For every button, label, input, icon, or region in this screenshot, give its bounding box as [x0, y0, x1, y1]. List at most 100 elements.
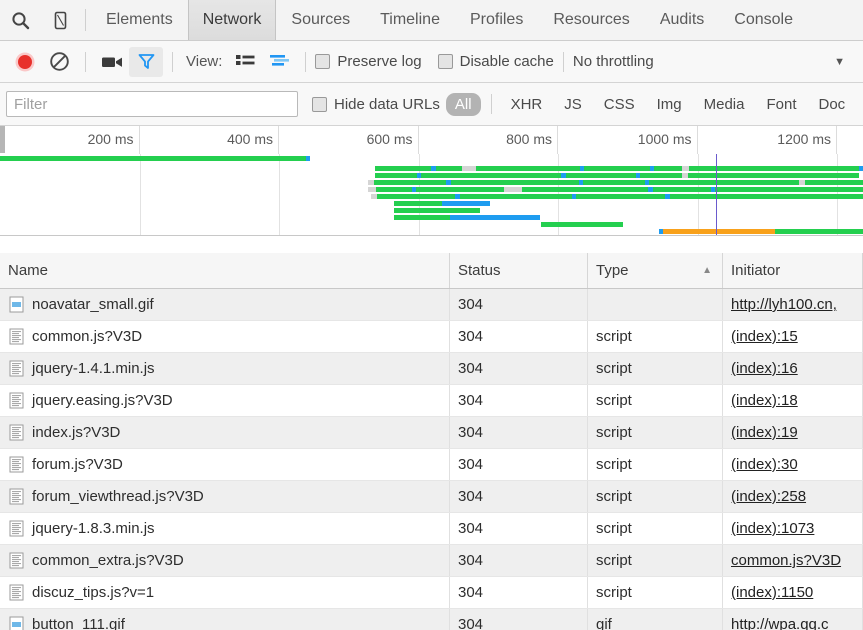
camera-icon[interactable] [95, 47, 129, 77]
disable-cache-box[interactable] [437, 54, 453, 69]
cell-initiator-text[interactable]: (index):15 [731, 328, 798, 345]
table-row[interactable]: discuz_tips.js?v=1 304 script (index):1150 [0, 577, 863, 609]
type-filter-doc[interactable]: Doc [809, 93, 854, 116]
device-toolbar-icon[interactable] [40, 0, 80, 40]
waterfall-bar-segment [421, 173, 561, 178]
toolbar-divider-3 [305, 51, 307, 72]
column-header-label: Initiator [731, 262, 781, 279]
filter-funnel-icon[interactable] [129, 46, 163, 77]
cell-status-text: 304 [458, 616, 484, 630]
column-header-label: Status [458, 262, 501, 279]
cell-type: script [588, 385, 723, 416]
devtools-window: Elements Network Sources Timeline Profiles Re… [0, 0, 863, 630]
cell-initiator: (index):1073 [723, 513, 863, 544]
cell-initiator: (index):15 [723, 321, 863, 352]
waterfall-bar-segment [541, 222, 623, 227]
cell-type-text: script [596, 360, 632, 377]
cell-status-text: 304 [458, 424, 484, 441]
tab-audits[interactable]: Audits [645, 0, 719, 40]
type-filter-css[interactable]: CSS [595, 93, 644, 116]
clear-icon[interactable] [42, 47, 76, 77]
cell-initiator-text[interactable]: (index):258 [731, 488, 806, 505]
cell-name: jquery.easing.js?V3D [0, 385, 450, 416]
waterfall-bar-segment [576, 194, 665, 199]
disable-cache-checkbox[interactable]: Disable cache [437, 53, 554, 70]
cell-initiator-text[interactable]: common.js?V3D [731, 552, 841, 569]
preserve-log-checkbox[interactable]: Preserve log [315, 53, 422, 70]
ruler-division: 400 ms [140, 126, 279, 154]
tab-resources[interactable]: Resources [538, 0, 644, 40]
cell-type: script [588, 449, 723, 480]
column-header-name[interactable]: Name [0, 253, 450, 288]
cell-initiator-text[interactable]: (index):1150 [731, 584, 813, 601]
tab-sources[interactable]: Sources [276, 0, 365, 40]
table-row[interactable]: common.js?V3D 304 script (index):15 [0, 321, 863, 353]
timeline-ruler: 200 ms 400 ms 600 ms 800 ms 1000 ms 1200 ms [0, 126, 863, 154]
view-label: View: [186, 53, 223, 70]
type-filter-js[interactable]: JS [555, 93, 591, 116]
network-overview[interactable]: 200 ms 400 ms 600 ms 800 ms 1000 ms 1200 ms [0, 126, 863, 236]
type-filter-media[interactable]: Media [695, 93, 754, 116]
search-icon[interactable] [0, 0, 40, 40]
hide-data-urls-checkbox[interactable]: Hide data URLs [312, 96, 440, 113]
tab-network[interactable]: Network [187, 0, 277, 40]
ruler-label: 1000 ms [637, 131, 692, 147]
chevron-down-icon[interactable]: ▼ [834, 56, 845, 68]
table-row[interactable]: common_extra.js?V3D 304 script common.js?V3… [0, 545, 863, 577]
waterfall-bar-segment [450, 215, 540, 220]
type-filter-img[interactable]: Img [648, 93, 691, 116]
cell-initiator-text[interactable]: (index):30 [731, 456, 798, 473]
column-header-type[interactable]: Type ▲ [588, 253, 723, 288]
hide-data-urls-box[interactable] [312, 96, 327, 112]
table-row[interactable]: jquery.easing.js?V3D 304 script (index):18 [0, 385, 863, 417]
cell-name-text: forum_viewthread.js?V3D [32, 488, 204, 505]
column-header-status[interactable]: Status [450, 253, 588, 288]
tab-console[interactable]: Console [719, 0, 808, 40]
tab-profiles[interactable]: Profiles [455, 0, 538, 40]
filter-input[interactable] [6, 91, 298, 117]
table-row[interactable]: forum_viewthread.js?V3D 304 script (index):… [0, 481, 863, 513]
cell-initiator-text[interactable]: http://lyh100.cn, [731, 296, 837, 313]
table-row[interactable]: noavatar_small.gif 304 http://lyh100.cn, [0, 289, 863, 321]
ruler-division: 800 ms [419, 126, 558, 154]
waterfall-bar-segment [394, 201, 442, 206]
cell-initiator-text[interactable]: (index):1073 [731, 520, 814, 537]
waterfall-view-icon[interactable] [262, 47, 296, 77]
type-filter-font[interactable]: Font [757, 93, 805, 116]
cell-initiator-text[interactable]: (index):19 [731, 424, 798, 441]
cell-initiator-text[interactable]: http://wpa.qq.c [731, 616, 829, 630]
table-row[interactable]: jquery-1.4.1.min.js 304 script (index):16 [0, 353, 863, 385]
ruler-label: 200 ms [87, 131, 134, 147]
type-filter-all[interactable]: All [445, 92, 481, 116]
preserve-log-box[interactable] [315, 54, 331, 69]
column-header-initiator[interactable]: Initiator [723, 253, 863, 288]
list-view-icon[interactable] [228, 47, 262, 77]
record-button-icon[interactable] [8, 47, 42, 77]
ruler-division: 1000 ms [558, 126, 698, 154]
cell-initiator: (index):19 [723, 417, 863, 448]
grid-body: noavatar_small.gif 304 http://lyh100.cn, co… [0, 289, 863, 630]
table-row[interactable]: button_111.gif 304 gif http://wpa.qq.c [0, 609, 863, 630]
throttling-select[interactable]: No throttling [573, 53, 654, 70]
waterfall-bar-segment [583, 180, 645, 185]
cell-type: script [588, 513, 723, 544]
table-row[interactable]: forum.js?V3D 304 script (index):30 [0, 449, 863, 481]
tab-elements[interactable]: Elements [91, 0, 188, 40]
waterfall-bar-segment [663, 229, 775, 234]
table-row[interactable]: jquery-1.8.3.min.js 304 script (index):1073 [0, 513, 863, 545]
table-row[interactable]: index.js?V3D 304 script (index):19 [0, 417, 863, 449]
script-file-icon [9, 488, 24, 505]
ruler-division: 200 ms [0, 126, 140, 154]
cell-type: script [588, 545, 723, 576]
cell-initiator: (index):1150 [723, 577, 863, 608]
type-filter-xhr[interactable]: XHR [502, 93, 552, 116]
waterfall-bar-segment [462, 166, 476, 171]
cell-initiator: (index):30 [723, 449, 863, 480]
cell-status-text: 304 [458, 488, 484, 505]
panel-tabs: Elements Network Sources Timeline Profiles Re… [91, 0, 808, 40]
waterfall-bar-segment [522, 187, 648, 192]
cell-initiator-text[interactable]: (index):18 [731, 392, 798, 409]
image-file-icon [9, 616, 24, 630]
cell-initiator-text[interactable]: (index):16 [731, 360, 798, 377]
tab-timeline[interactable]: Timeline [365, 0, 455, 40]
